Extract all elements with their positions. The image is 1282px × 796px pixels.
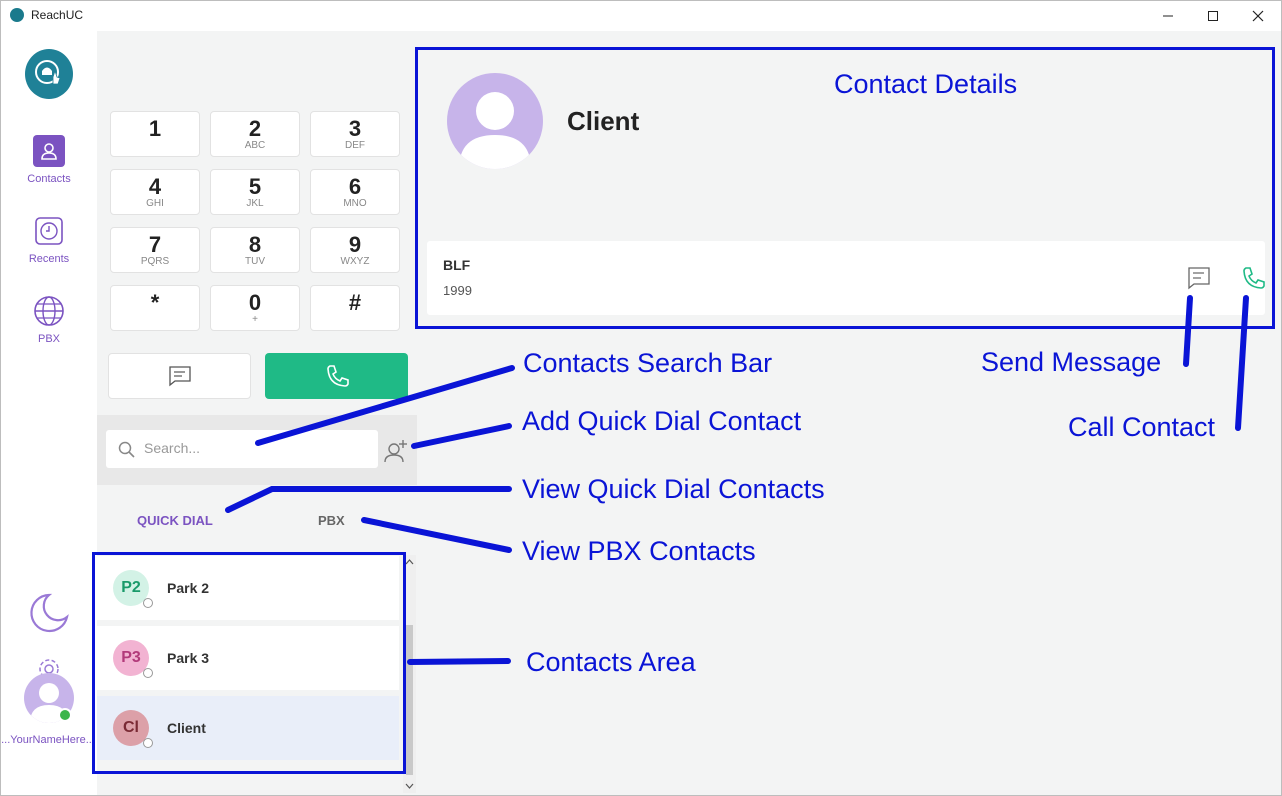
annotation-view-pbx: View PBX Contacts bbox=[522, 536, 756, 566]
nav-item-pbx[interactable]: PBX bbox=[1, 295, 97, 345]
maximize-button[interactable] bbox=[1190, 1, 1236, 31]
nav-label-pbx: PBX bbox=[37, 333, 60, 345]
annotation-contact-details: Contact Details bbox=[834, 69, 1018, 99]
title-bar: ReachUC bbox=[1, 1, 1281, 31]
person-icon bbox=[33, 135, 65, 167]
annotation-add-quick-dial: Add Quick Dial Contact bbox=[522, 406, 802, 436]
dial-key-0[interactable]: 0 + bbox=[210, 285, 300, 331]
dial-key-8[interactable]: 8 TUV bbox=[210, 227, 300, 273]
annotation-contacts-area: Contacts Area bbox=[526, 647, 696, 677]
dialpad-message-button[interactable] bbox=[108, 353, 251, 399]
dial-key-6[interactable]: 6 MNO bbox=[310, 169, 400, 215]
dial-key-1[interactable]: 1 bbox=[110, 111, 200, 157]
annotation-search-bar: Contacts Search Bar bbox=[523, 348, 773, 378]
annotation-call-contact: Call Contact bbox=[1068, 412, 1216, 442]
dial-key-star[interactable]: * bbox=[110, 285, 200, 331]
scroll-down-icon[interactable] bbox=[405, 783, 414, 789]
add-contact-icon bbox=[384, 440, 407, 463]
window-title: ReachUC bbox=[31, 8, 84, 22]
scrollbar-thumb[interactable] bbox=[406, 625, 413, 775]
nav-item-contacts[interactable]: Contacts bbox=[1, 135, 97, 185]
add-quick-dial-button[interactable] bbox=[383, 437, 409, 463]
globe-icon bbox=[33, 295, 65, 327]
search-input[interactable] bbox=[142, 439, 366, 457]
dial-key-7[interactable]: 7 PQRS bbox=[110, 227, 200, 273]
logo-icon bbox=[35, 60, 61, 85]
app-logo bbox=[25, 49, 73, 99]
dial-key-5[interactable]: 5 JKL bbox=[210, 169, 300, 215]
nav-item-recents[interactable]: Recents bbox=[1, 215, 97, 265]
minimize-icon bbox=[1163, 15, 1173, 17]
dark-mode-toggle[interactable] bbox=[27, 591, 71, 635]
nav-label-recents: Recents bbox=[28, 253, 70, 265]
tab-quick-dial[interactable]: QUICK DIAL bbox=[137, 513, 213, 528]
user-name: ...YourNameHere... bbox=[1, 734, 95, 746]
scroll-up-icon[interactable] bbox=[405, 559, 414, 565]
annotation-send-message: Send Message bbox=[981, 347, 1162, 377]
nav-label-contacts: Contacts bbox=[27, 173, 71, 185]
tab-pbx[interactable]: PBX bbox=[318, 513, 345, 528]
dial-pad: 1 2 ABC 3 DEF 4 GHI 5 JKL 6 MNO 7 PQRS 8 TUV 9W… bbox=[97, 31, 417, 415]
annotation-box-contacts-area bbox=[92, 552, 406, 774]
minimize-button[interactable] bbox=[1145, 1, 1191, 31]
clock-icon bbox=[33, 215, 65, 247]
dial-key-2[interactable]: 2 ABC bbox=[210, 111, 300, 157]
dial-key-4[interactable]: 4 GHI bbox=[110, 169, 200, 215]
dial-key-hash[interactable]: # bbox=[310, 285, 400, 331]
dialpad-call-button[interactable] bbox=[265, 353, 408, 399]
moon-icon bbox=[30, 593, 69, 633]
phone-icon bbox=[326, 365, 349, 387]
close-icon bbox=[1252, 10, 1264, 22]
search-box bbox=[106, 430, 378, 468]
search-icon bbox=[118, 441, 135, 458]
message-icon bbox=[168, 366, 191, 387]
maximize-icon bbox=[1208, 11, 1218, 21]
dial-key-3[interactable]: 3 DEF bbox=[310, 111, 400, 157]
user-status-dot bbox=[58, 708, 72, 722]
annotation-view-quick-dial: View Quick Dial Contacts bbox=[522, 474, 825, 504]
app-icon bbox=[10, 8, 24, 22]
search-strip bbox=[97, 415, 417, 485]
close-button[interactable] bbox=[1235, 1, 1281, 31]
dial-key-9[interactable]: 9 WXYZ bbox=[310, 227, 400, 273]
